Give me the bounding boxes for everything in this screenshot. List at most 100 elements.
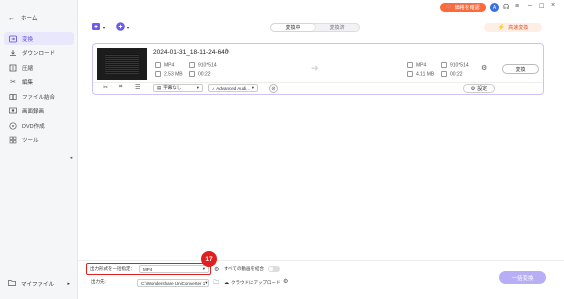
- status-tabs: 変換中 変換済: [270, 23, 360, 32]
- sidebar: ← ホーム 変換 ダウンロード 圧縮 ✂ 編集 ファイル結合 画面録画 DVD作…: [0, 0, 78, 299]
- cloud-icon: ☁: [224, 280, 229, 286]
- subtitle-select[interactable]: ▤ 字幕なし ▾: [153, 84, 203, 92]
- sidebar-item-compress[interactable]: 圧縮: [4, 61, 74, 74]
- target-size: 4.11 MB: [407, 71, 434, 77]
- chevron-down-icon: ▾: [251, 85, 254, 90]
- compress-icon: [9, 64, 17, 72]
- convert-button[interactable]: 変換: [502, 64, 539, 74]
- bottom-divider: [78, 260, 564, 261]
- sidebar-item-edit[interactable]: ✂ 編集: [4, 75, 74, 88]
- chevron-right-icon: ▸: [67, 280, 70, 287]
- my-files-label: マイファイル: [21, 281, 55, 288]
- file-name: 2024-01-31_18-11-24-640: [153, 49, 229, 56]
- info-icon[interactable]: ⊘: [269, 84, 278, 93]
- add-files-button[interactable]: ▾: [91, 21, 105, 34]
- merge-icon: [9, 93, 17, 101]
- avatar-letter: A: [492, 4, 497, 11]
- home-link[interactable]: ← ホーム: [8, 14, 37, 23]
- avatar[interactable]: A: [490, 3, 499, 12]
- sidebar-item-dvd[interactable]: DVD作成: [4, 119, 74, 132]
- output-settings-icon[interactable]: ⚙: [481, 64, 487, 72]
- source-format: MP4: [155, 62, 174, 68]
- format-settings-icon[interactable]: ⚙: [214, 266, 219, 273]
- folder-icon: [8, 279, 16, 288]
- cloud-settings-icon[interactable]: ⚙: [283, 278, 288, 285]
- card-divider: [93, 82, 543, 83]
- crop-icon[interactable]: ⌗: [119, 84, 122, 91]
- arrow-right-icon: ➜: [311, 63, 319, 73]
- trim-icon[interactable]: ✂: [103, 84, 108, 91]
- target-format: MP4: [407, 62, 426, 68]
- convert-icon: [9, 35, 17, 43]
- my-files-link[interactable]: マイファイル ▸: [8, 279, 70, 288]
- merge-toggle[interactable]: [268, 266, 281, 272]
- batch-convert-label: 一括変換: [511, 275, 534, 282]
- close-icon[interactable]: ×: [551, 2, 555, 9]
- tab-label: 変換済: [329, 25, 345, 31]
- chevron-down-icon: ▾: [103, 25, 106, 30]
- target-duration: 00:22: [441, 71, 463, 77]
- open-folder-icon[interactable]: 🗀: [213, 278, 219, 288]
- sidebar-item-screen-record[interactable]: 画面録画: [4, 104, 74, 117]
- sidebar-item-label: 圧縮: [22, 65, 34, 72]
- headset-icon[interactable]: ☊: [503, 3, 509, 11]
- buy-button[interactable]: 🛒 価格を確認: [440, 3, 486, 12]
- add-dvd-button[interactable]: ▾: [115, 21, 129, 34]
- sidebar-item-download[interactable]: ダウンロード: [4, 46, 74, 59]
- source-duration: 00:22: [189, 71, 211, 77]
- add-dvd-icon: [115, 21, 126, 34]
- maximize-icon[interactable]: ☐: [539, 3, 544, 10]
- tab-converted[interactable]: 変換済: [315, 24, 359, 31]
- audio-value: Advanced Audi...: [216, 85, 251, 91]
- clock-icon: [441, 71, 447, 77]
- step-badge: 17: [201, 251, 217, 267]
- merge-label: すべての動画を結合: [224, 266, 265, 271]
- settings-button[interactable]: ⚙ 設定: [463, 84, 495, 93]
- resolution-icon: [189, 62, 195, 68]
- chevron-down-icon: ▾: [205, 280, 208, 285]
- scissors-icon: ✂: [10, 78, 16, 86]
- source-size: 2.53 MB: [155, 71, 183, 77]
- sidebar-item-label: 画面録画: [22, 108, 45, 115]
- tab-converting[interactable]: 変換中: [271, 24, 315, 31]
- back-arrow-icon: ←: [8, 14, 15, 22]
- high-speed-label: 高速変換: [508, 25, 529, 31]
- minimize-icon[interactable]: –: [528, 2, 532, 9]
- sidebar-item-label: ツール: [22, 137, 39, 144]
- output-dir-value: C:\Wondershare UniConverter 1: [141, 280, 206, 286]
- chevron-down-icon: ▾: [127, 25, 130, 30]
- sidebar-item-convert[interactable]: 変換: [4, 32, 74, 45]
- tab-label: 変換中: [285, 25, 301, 31]
- sidebar-item-label: ファイル結合: [22, 94, 56, 101]
- file-card[interactable]: 2024-01-31_18-11-24-640 ✎ MP4 910*514 2.…: [92, 43, 544, 95]
- merge-all-toggle-row: すべての動画を結合: [224, 266, 281, 272]
- video-thumbnail[interactable]: [97, 48, 147, 80]
- output-format-highlight: 出力形式を一括指定： MP4 ▾: [86, 263, 211, 275]
- chevron-down-icon: ▾: [202, 266, 205, 271]
- effects-icon[interactable]: ☰: [135, 84, 140, 91]
- batch-convert-button[interactable]: 一括変換: [499, 271, 546, 284]
- high-speed-toggle[interactable]: ⚡ 高速変換: [484, 23, 542, 32]
- settings-label: 設定: [477, 86, 488, 92]
- source-resolution: 910*514: [189, 62, 217, 68]
- output-format-select[interactable]: MP4 ▾: [139, 265, 209, 273]
- output-dir-select[interactable]: C:\Wondershare UniConverter 1 ▾: [137, 279, 209, 287]
- audio-track-select[interactable]: ♪ Advanced Audi... ▾: [208, 84, 258, 92]
- cloud-upload-label: クラウドにアップロード: [231, 280, 281, 285]
- menu-icon[interactable]: ≡: [515, 3, 519, 10]
- sidebar-item-merge[interactable]: ファイル結合: [4, 90, 74, 103]
- rename-icon[interactable]: ✎: [225, 48, 230, 55]
- clock-icon: [189, 71, 195, 77]
- subtitle-value: 字幕なし: [163, 85, 182, 90]
- output-dir-row: 出力先:: [91, 279, 106, 285]
- output-format-label: 出力形式を一括指定：: [90, 266, 135, 271]
- format-icon: [155, 62, 161, 68]
- grid-icon: [9, 136, 17, 144]
- sidebar-item-tools[interactable]: ツール: [4, 133, 74, 146]
- cloud-upload-row[interactable]: ☁ クラウドにアップロード: [224, 280, 281, 286]
- screen-record-icon: [9, 107, 17, 115]
- add-file-icon: [91, 21, 102, 34]
- format-icon: [407, 62, 413, 68]
- collapse-sidebar-button[interactable]: ◂: [67, 153, 75, 163]
- audio-icon: ♪: [212, 85, 215, 91]
